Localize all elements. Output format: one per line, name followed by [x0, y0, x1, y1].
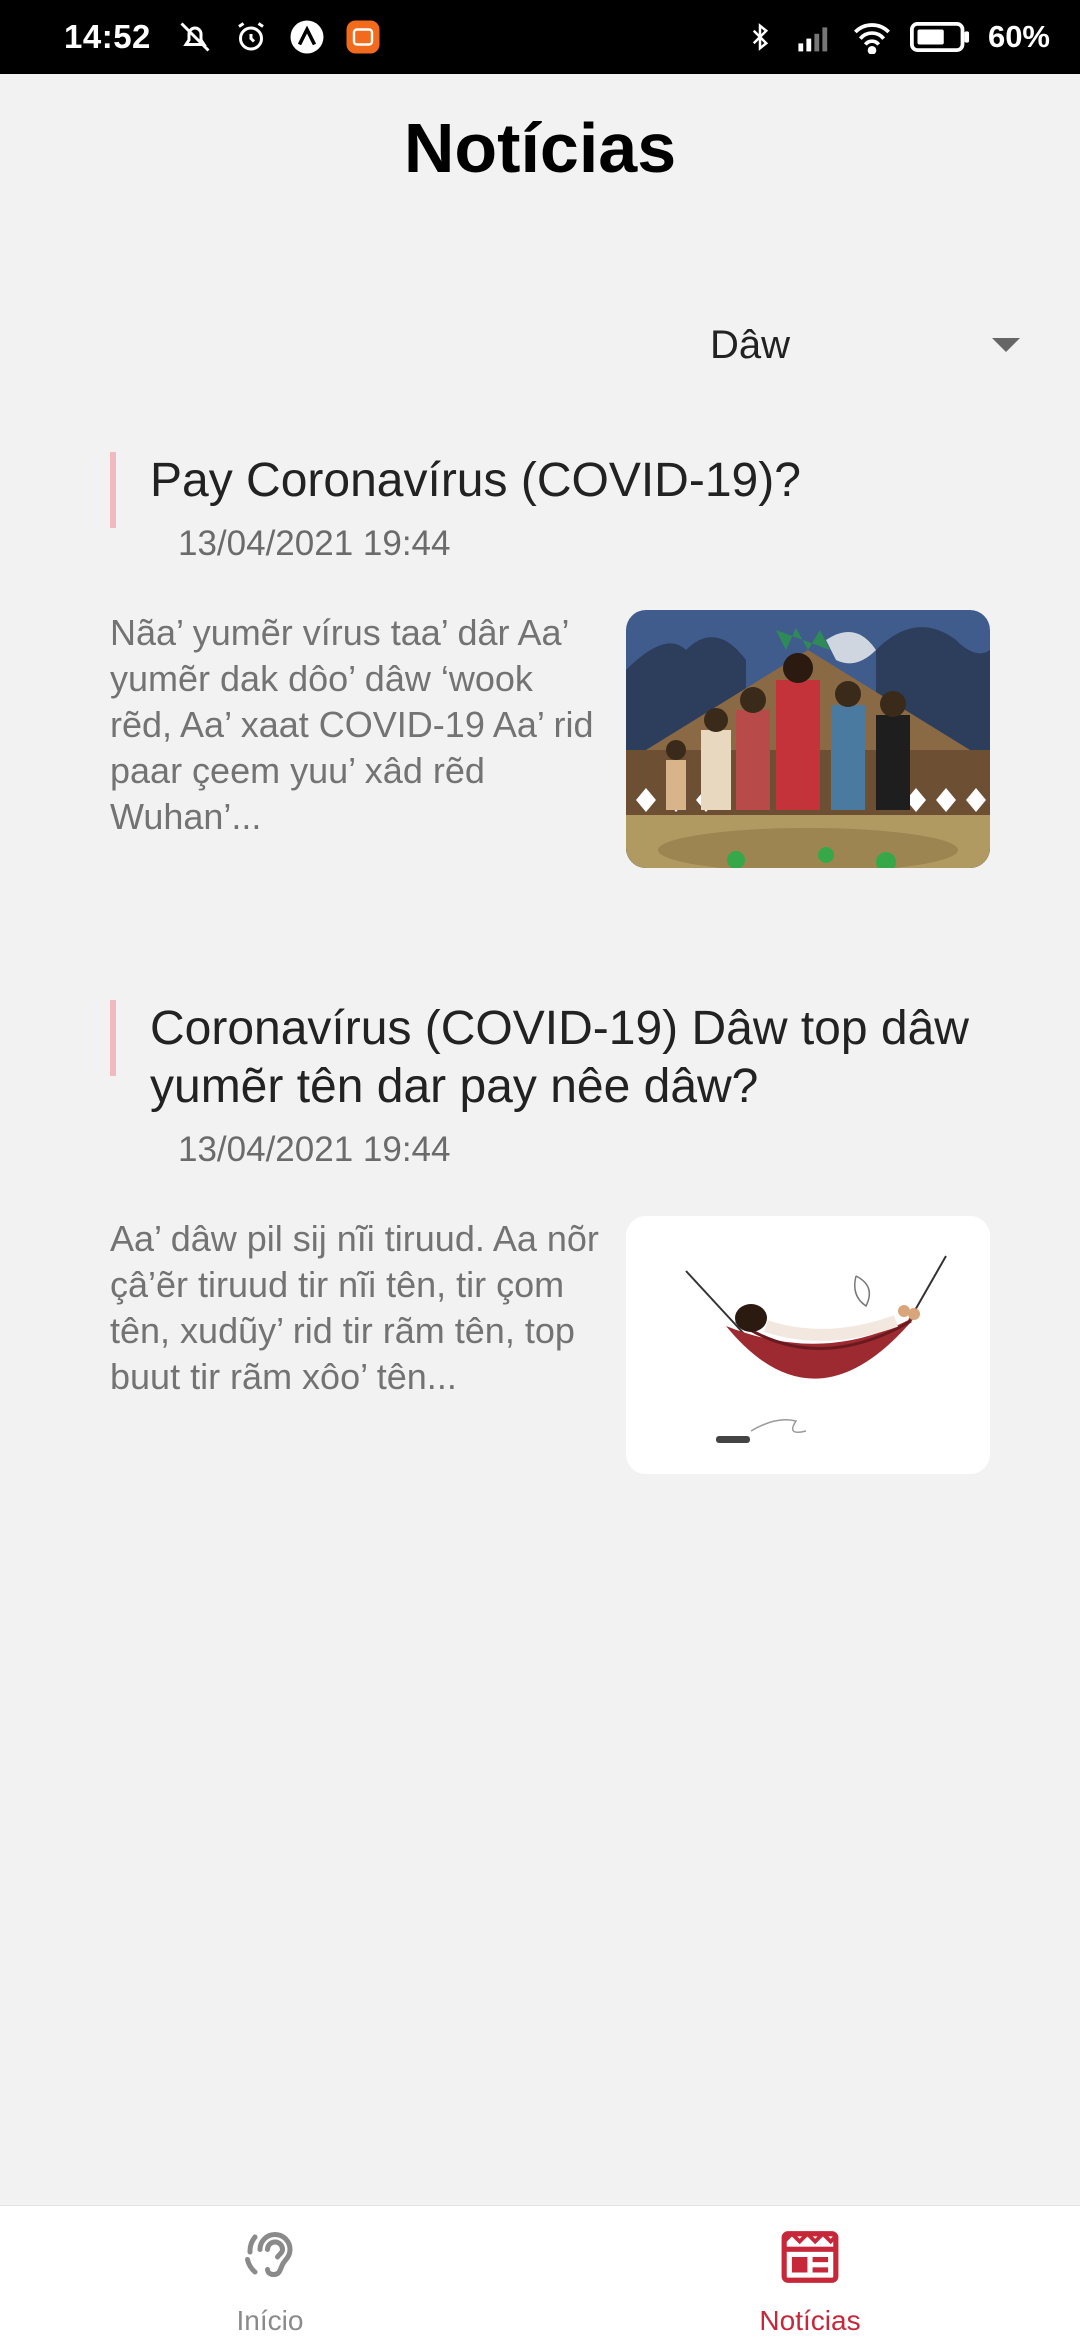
silent-bell-icon [175, 17, 215, 57]
illustration-person-hammock-icon [626, 1216, 990, 1474]
news-date: 13/04/2021 19:44 [178, 524, 451, 563]
wifi-icon [852, 17, 892, 57]
news-body: Nãa’ yumẽr vírus taa’ dâr Aa’ yumẽr dak … [110, 610, 990, 868]
news-title[interactable]: Pay Coronavírus (COVID-19)? [150, 452, 990, 510]
illustration-group-people-icon [626, 610, 990, 868]
app-a-icon [287, 17, 327, 57]
battery-percent: 60% [987, 19, 1050, 54]
status-time: 14:52 [64, 18, 151, 55]
bluetooth-icon [740, 17, 780, 57]
signal-icon [796, 17, 836, 57]
ear-icon [240, 2226, 300, 2293]
bottom-navigation: Início Notícias [0, 2205, 1080, 2340]
news-card-header: Pay Coronavírus (COVID-19)? 13/04/2021 1… [110, 452, 990, 564]
news-excerpt: Aa’ dâw pil sij nĩi tiruud. Aa nõr çâ’ẽr… [110, 1218, 599, 1397]
news-accent-bar [110, 1000, 116, 1076]
news-body: Aa’ dâw pil sij nĩi tiruud. Aa nõr çâ’ẽr… [110, 1216, 990, 1474]
nav-item-inicio[interactable]: Início [0, 2206, 540, 2340]
nav-label-inicio: Início [236, 2305, 304, 2336]
dropdown-caret-icon [992, 338, 1020, 352]
alarm-icon [231, 17, 271, 57]
news-date: 13/04/2021 19:44 [178, 1130, 451, 1169]
news-title[interactable]: Coronavírus (COVID-19) Dâw top dâw yumẽr… [150, 1000, 990, 1116]
battery-icon [908, 17, 972, 57]
news-card-header: Coronavírus (COVID-19) Dâw top dâw yumẽr… [110, 1000, 990, 1170]
news-thumbnail[interactable] [626, 610, 990, 868]
status-bar: 14:52 60% [0, 0, 1080, 74]
mi-app-icon [343, 17, 383, 57]
news-thumbnail[interactable] [626, 1216, 990, 1474]
news-excerpt: Nãa’ yumẽr vírus taa’ dâr Aa’ yumẽr dak … [110, 612, 594, 837]
news-card[interactable]: Coronavírus (COVID-19) Dâw top dâw yumẽr… [110, 1000, 990, 1474]
nav-item-noticias[interactable]: Notícias [540, 2206, 1080, 2340]
language-dropdown-value: Dâw [710, 322, 791, 367]
page-title: Notícias [403, 109, 677, 187]
status-bar-left: 14:52 [64, 17, 383, 57]
status-bar-right: 60% [740, 17, 1050, 57]
newspaper-icon [779, 2226, 841, 2293]
language-dropdown[interactable]: Dâw [690, 310, 1050, 380]
news-card[interactable]: Pay Coronavírus (COVID-19)? 13/04/2021 1… [110, 452, 990, 868]
news-accent-bar [110, 452, 116, 528]
nav-label-noticias: Notícias [759, 2305, 861, 2336]
